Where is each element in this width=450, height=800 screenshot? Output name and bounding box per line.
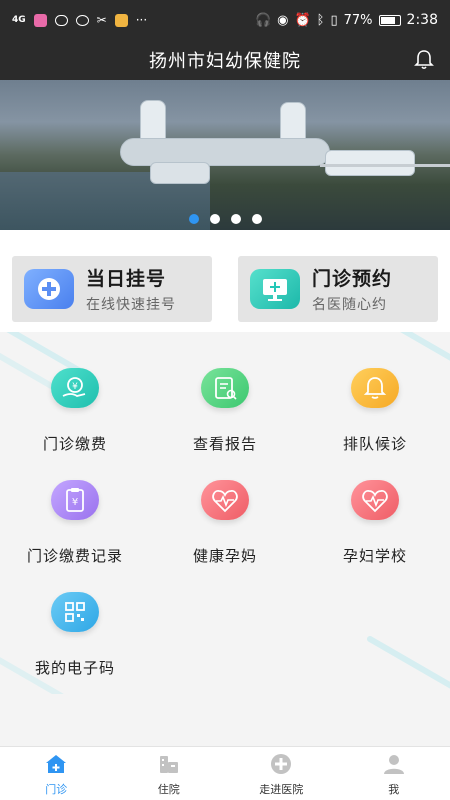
tab-label: 住院 <box>157 783 180 796</box>
tab-label: 门诊 <box>45 783 68 796</box>
alarm-icon: ⏰ <box>294 12 311 28</box>
carousel-dot[interactable] <box>209 214 220 224</box>
card-subtitle: 在线快速挂号 <box>86 297 176 313</box>
svg-text:¥: ¥ <box>72 382 78 392</box>
service-grid: ¥ 门诊缴费 查看报告 排队候诊 ¥ 门诊缴费记录 健康孕妈 孕妇学校 我的电子… <box>0 332 450 694</box>
my-e-code-item[interactable]: 我的电子码 <box>0 592 150 678</box>
banner-bridge <box>320 164 450 192</box>
app-notification-icon <box>33 13 47 27</box>
payment-record-item[interactable]: ¥ 门诊缴费记录 <box>0 480 150 566</box>
hospital-cross-icon <box>271 754 292 774</box>
heart-pulse-icon <box>351 480 399 520</box>
hospital-bed-icon <box>159 756 178 773</box>
banner-building <box>150 162 210 184</box>
status-bar: 4G ✂ ··· 🎧 ◉ ⏰ ᛒ ▯ 77% 2:38 <box>0 0 450 40</box>
bell-icon <box>351 368 399 408</box>
plus-icon <box>24 269 74 309</box>
status-right: 🎧 ◉ ⏰ ᛒ ▯ 77% 2:38 <box>255 12 438 28</box>
more-notifications-icon: ··· <box>135 13 148 27</box>
tab-outpatient[interactable]: 门诊 <box>0 747 113 800</box>
carousel-dot[interactable] <box>251 214 262 224</box>
card-title: 当日挂号 <box>86 268 167 290</box>
bottom-tab-bar: 门诊 住院 走进医院 我 <box>0 746 450 800</box>
tab-about-hospital[interactable]: 走进医院 <box>225 747 338 800</box>
same-day-registration-card[interactable]: 当日挂号 在线快速挂号 <box>12 256 212 322</box>
heart-pulse-icon <box>201 480 249 520</box>
eye-icon: ◉ <box>277 12 289 28</box>
outpatient-appointment-card[interactable]: 门诊预约 名医随心约 <box>238 256 438 322</box>
service-label: 排队候诊 <box>342 435 407 453</box>
banner-building <box>120 138 330 166</box>
tab-label: 走进医院 <box>259 783 304 796</box>
service-label: 健康孕妈 <box>192 547 257 565</box>
payment-record-icon: ¥ <box>51 480 99 520</box>
hospital-banner-carousel[interactable] <box>0 80 450 230</box>
capcut-icon: ✂ <box>96 13 107 27</box>
battery-percent: 77% <box>343 12 373 28</box>
person-icon <box>383 755 404 774</box>
tab-me[interactable]: 我 <box>338 747 450 800</box>
view-report-item[interactable]: 查看报告 <box>150 368 300 454</box>
quick-action-section: 当日挂号 在线快速挂号 门诊预约 名医随心约 <box>0 230 450 332</box>
decorative-stripe <box>375 332 450 368</box>
tab-inpatient[interactable]: 住院 <box>113 747 226 800</box>
pregnancy-school-item[interactable]: 孕妇学校 <box>300 480 450 566</box>
service-label: 门诊缴费 <box>42 435 107 453</box>
report-search-icon <box>201 368 249 408</box>
service-label: 门诊缴费记录 <box>26 547 123 565</box>
outpatient-payment-item[interactable]: ¥ 门诊缴费 <box>0 368 150 454</box>
page-title: 扬州市妇幼保健院 <box>149 51 301 72</box>
service-label: 查看报告 <box>192 435 257 453</box>
notification-bell-icon[interactable] <box>412 48 436 72</box>
service-label: 孕妇学校 <box>342 547 407 565</box>
bluetooth-icon: ᛒ <box>316 12 325 28</box>
app-header: 扬州市妇幼保健院 <box>0 40 450 80</box>
camera-icon <box>75 14 89 26</box>
healthy-pregnancy-item[interactable]: 健康孕妈 <box>150 480 300 566</box>
card-subtitle: 名医随心约 <box>312 297 387 313</box>
card-title: 门诊预约 <box>312 268 393 290</box>
carousel-dot[interactable] <box>230 214 241 224</box>
qr-code-icon <box>51 592 99 632</box>
cloud-icon <box>54 14 68 26</box>
app-notification-icon-2 <box>114 13 128 27</box>
battery-icon <box>378 14 401 26</box>
payment-hand-icon: ¥ <box>51 368 99 408</box>
svg-text:¥: ¥ <box>72 497 78 508</box>
service-label: 我的电子码 <box>34 659 115 677</box>
carousel-indicator <box>0 214 450 224</box>
carousel-dot[interactable] <box>188 214 199 224</box>
queue-waiting-item[interactable]: 排队候诊 <box>300 368 450 454</box>
vibrate-icon: ▯ <box>330 12 338 28</box>
network-indicator: 4G <box>12 15 26 25</box>
tab-label: 我 <box>388 783 400 796</box>
monitor-icon <box>250 269 300 309</box>
headset-icon: 🎧 <box>254 12 272 28</box>
home-plus-icon <box>46 755 67 773</box>
decorative-stripe <box>365 634 450 694</box>
status-left: 4G ✂ ··· <box>12 13 147 27</box>
clock: 2:38 <box>406 12 438 28</box>
